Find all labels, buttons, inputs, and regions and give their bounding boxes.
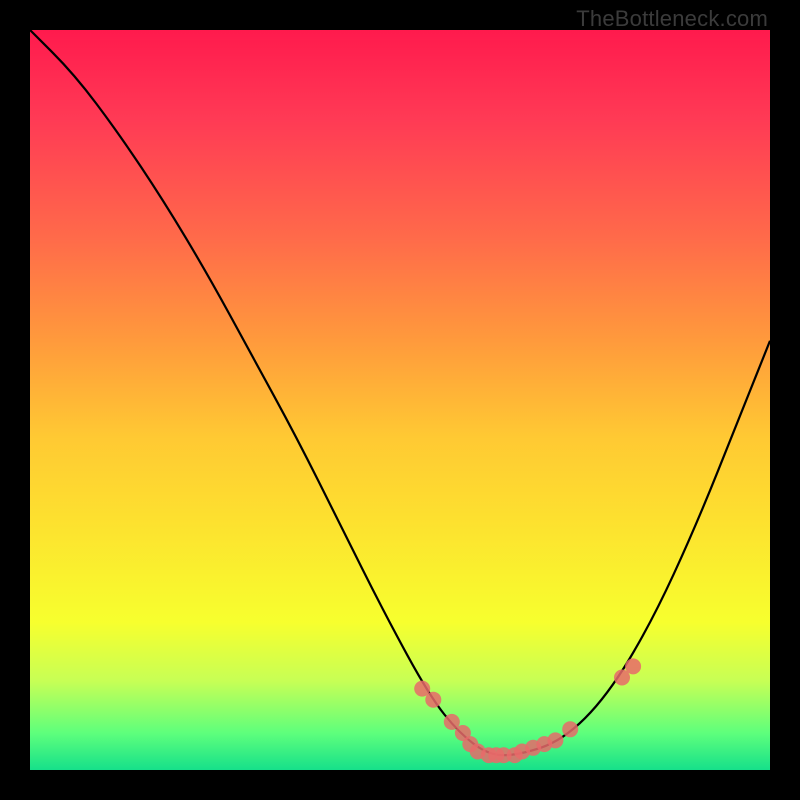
- attribution-text: TheBottleneck.com: [576, 6, 768, 32]
- data-point: [425, 692, 441, 708]
- data-points-group: [414, 658, 641, 763]
- data-point: [625, 658, 641, 674]
- chart-frame: [30, 30, 770, 770]
- data-point: [562, 721, 578, 737]
- data-point: [547, 732, 563, 748]
- bottleneck-curve: [30, 30, 770, 755]
- chart-svg: [30, 30, 770, 770]
